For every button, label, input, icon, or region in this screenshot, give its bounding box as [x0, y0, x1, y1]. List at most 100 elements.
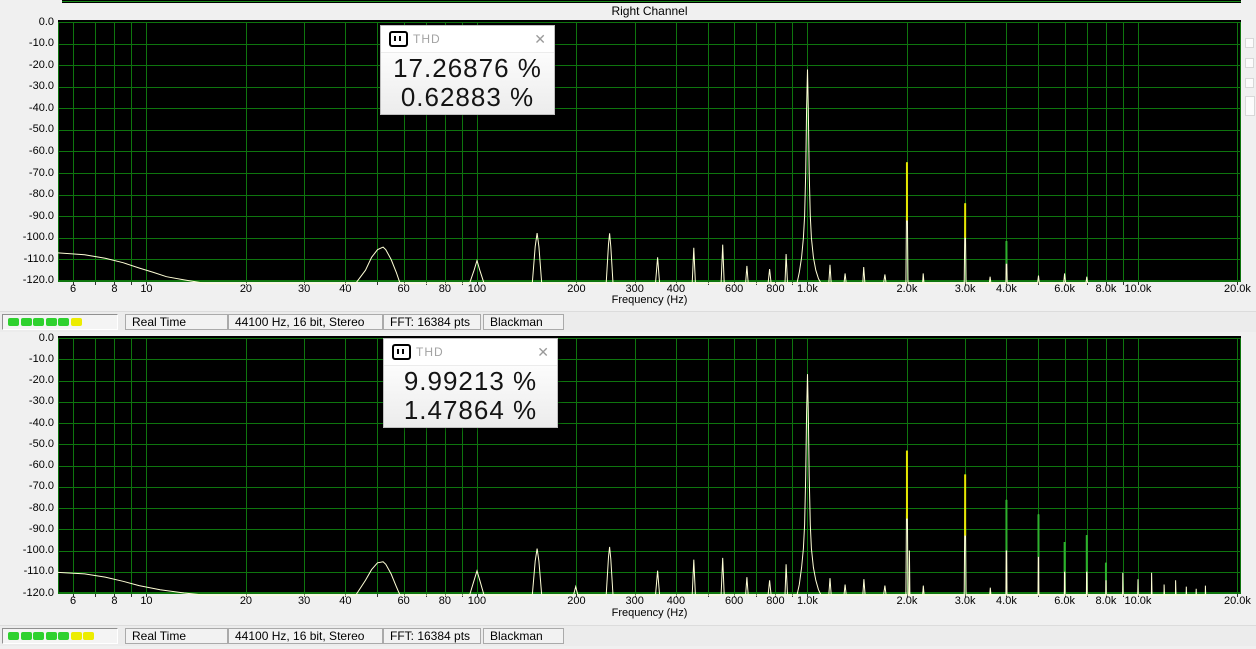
led-segment-green — [8, 632, 19, 640]
x-tick-label: 2.0k — [896, 595, 918, 607]
y-tick-label: -90.0 — [28, 522, 54, 535]
x-tick-label: 600 — [724, 595, 744, 607]
status-fft-size: FFT: 16384 pts — [383, 314, 481, 330]
x-tick-label: 6 — [70, 595, 77, 607]
y-tick-label: -100.0 — [22, 544, 54, 556]
y-tick-label: -40.0 — [28, 416, 54, 429]
x-tick-label: 10 — [140, 595, 153, 607]
y-tick-label: -120.0 — [22, 274, 54, 287]
led-segment-green — [45, 632, 57, 640]
y-tick-label: -60.0 — [28, 144, 54, 157]
thd-value-2: 1.47864 % — [403, 395, 538, 425]
page-title: Right Channel — [611, 4, 688, 18]
led-segment-green — [45, 318, 57, 326]
thd-window-bottom[interactable]: THD ✕ 9.99213 % 1.47864 % — [383, 338, 558, 428]
status-mode: Real Time — [125, 628, 228, 644]
thd-readout: 17.26876 % 0.62883 % — [381, 53, 554, 114]
led-segment-green — [8, 318, 19, 326]
led-segment-yellow — [83, 632, 94, 640]
x-tick-label: 300 — [625, 595, 644, 607]
x-tick-label: 30 — [298, 595, 311, 607]
x-tick-label: 20 — [239, 595, 253, 607]
y-tick-label: 0.0 — [38, 15, 54, 28]
thd-readout: 9.99213 % 1.47864 % — [384, 366, 557, 427]
right-edge-control[interactable] — [1245, 96, 1255, 116]
x-tick-label: 3.0k — [954, 595, 976, 607]
spectrum-plot-top — [58, 20, 1241, 285]
right-edge-control[interactable] — [1245, 38, 1254, 48]
x-tick-label: 100 — [467, 595, 487, 607]
bottom-channel-section: dBV rms 0.0 -10.0 -20.0 -30.0 -40.0 -50.0 -60.… — [0, 332, 1256, 649]
top-channel-section: -120.0 Right Channel dBV rms 0.0-10.0-20… — [0, 0, 1256, 332]
y-tick-label: -80.0 — [28, 501, 54, 514]
status-window-function: Blackman — [483, 628, 564, 644]
right-edge-control[interactable] — [1245, 58, 1254, 68]
led-segment-green — [20, 632, 32, 640]
y-tick-label: -30.0 — [28, 395, 54, 408]
status-bar-bottom: Real Time 44100 Hz, 16 bit, Stereo FFT: … — [0, 625, 1256, 646]
y-tick-label: -30.0 — [28, 80, 54, 93]
level-meter-bottom — [2, 628, 118, 644]
thd-window-title: THD — [413, 32, 441, 46]
spectrum-analyzer-app: -120.0 Right Channel dBV rms 0.0-10.0-20… — [0, 0, 1256, 649]
x-tick-label: 200 — [567, 595, 586, 607]
level-meter-top — [2, 314, 118, 330]
status-mode: Real Time — [125, 314, 228, 330]
y-tick-label: -80.0 — [28, 188, 54, 201]
thd-window-icon — [392, 344, 411, 360]
thd-value-2: 0.62883 % — [400, 82, 535, 112]
x-tick-label: 80 — [438, 595, 452, 607]
thd-window-titlebar[interactable]: THD ✕ — [384, 339, 557, 366]
thd-window-top[interactable]: THD ✕ 17.26876 % 0.62883 % — [380, 25, 555, 115]
led-segment-green — [20, 318, 32, 326]
y-tick-label: -120.0 — [22, 586, 54, 599]
y-tick-label: -90.0 — [28, 209, 54, 222]
thd-value-1: 9.99213 % — [403, 366, 538, 396]
y-tick-label: -20.0 — [28, 58, 54, 71]
status-fft-size: FFT: 16384 pts — [383, 628, 481, 644]
x-axis-title-bottom: Frequency (Hz) — [611, 607, 688, 619]
x-tick-label: 60 — [397, 595, 410, 607]
status-bar-top: Real Time 44100 Hz, 16 bit, Stereo FFT: … — [0, 311, 1256, 332]
y-tick-label: -40.0 — [28, 101, 54, 114]
spectrum-plot-bottom — [58, 336, 1241, 597]
led-segment-green — [58, 318, 69, 326]
x-tick-label: 6.0k — [1054, 595, 1076, 607]
x-tick-label: 4.0k — [996, 595, 1017, 607]
right-edge-control[interactable] — [1245, 78, 1254, 88]
y-tick-label: -50.0 — [28, 123, 54, 136]
x-tick-label: 400 — [666, 595, 686, 607]
clipped-axis-label: -120.0 — [16, 0, 60, 3]
y-tick-label: -10.0 — [28, 352, 54, 365]
led-segment-green — [33, 318, 44, 326]
led-segment-yellow — [70, 632, 82, 640]
led-segment-yellow — [70, 318, 82, 326]
status-window-function: Blackman — [483, 314, 564, 330]
y-tick-label: -50.0 — [28, 437, 54, 450]
y-tick-label: -110.0 — [23, 565, 54, 578]
status-audio-format: 44100 Hz, 16 bit, Stereo — [228, 314, 383, 330]
x-tick-label: 40 — [339, 595, 352, 607]
x-tick-label: 20.0k — [1223, 595, 1251, 607]
thd-window-icon — [389, 31, 408, 47]
x-tick-label: 8 — [111, 595, 118, 607]
y-tick-label: -110.0 — [23, 252, 54, 265]
y-tick-label: -70.0 — [28, 166, 54, 179]
close-icon[interactable]: ✕ — [537, 343, 549, 361]
x-tick-label: 8.0k — [1095, 595, 1117, 607]
x-tick-label: 10.0k — [1124, 595, 1152, 607]
status-audio-format: 44100 Hz, 16 bit, Stereo — [228, 628, 383, 644]
close-icon[interactable]: ✕ — [534, 30, 546, 48]
thd-value-1: 17.26876 % — [393, 53, 542, 83]
y-tick-label: -100.0 — [22, 231, 54, 244]
x-tick-label: 1.0k — [797, 595, 818, 607]
led-segment-green — [33, 632, 44, 640]
thd-window-title: THD — [416, 345, 444, 359]
thd-window-titlebar[interactable]: THD ✕ — [381, 26, 554, 53]
x-tick-label: 800 — [766, 595, 785, 607]
y-tick-label: -60.0 — [28, 459, 54, 471]
y-tick-label: 0.0 — [38, 332, 54, 344]
y-tick-label: -20.0 — [28, 374, 54, 386]
x-axis-title-top: Frequency (Hz) — [611, 294, 688, 306]
led-segment-green — [58, 632, 69, 640]
